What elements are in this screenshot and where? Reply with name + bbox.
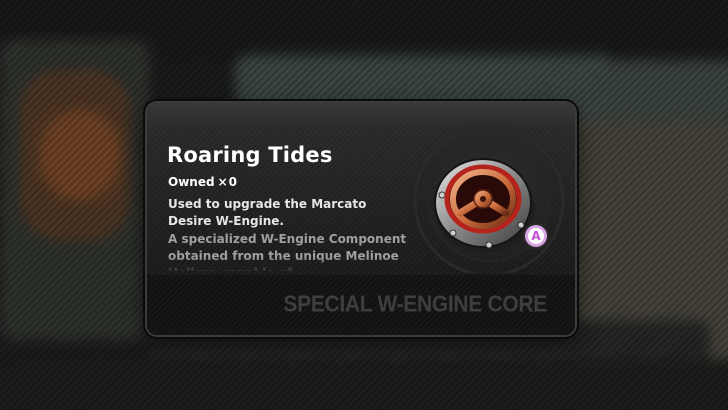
item-detail-popup: Roaring Tides Owned ×0 Used to upgrade th…	[145, 101, 577, 337]
item-category-label: SPECIAL W-ENGINE CORE	[283, 292, 547, 317]
rank-a-badge: A	[525, 225, 547, 247]
owned-separator: ×	[217, 175, 228, 189]
game-screen: Roaring Tides Owned ×0 Used to upgrade th…	[0, 0, 728, 410]
item-name: Roaring Tides	[167, 143, 333, 167]
owned-count: 0	[228, 175, 237, 189]
owned-label: Owned	[168, 175, 215, 189]
w-engine-core-icon	[397, 115, 575, 287]
rank-letter: A	[531, 229, 541, 243]
owned-count-row: Owned ×0	[168, 175, 237, 189]
item-lore-text[interactable]: A specialized W-Engine Component obtaine…	[168, 231, 418, 271]
item-usage-text: Used to upgrade the Marcato Desire W-Eng…	[168, 197, 367, 228]
